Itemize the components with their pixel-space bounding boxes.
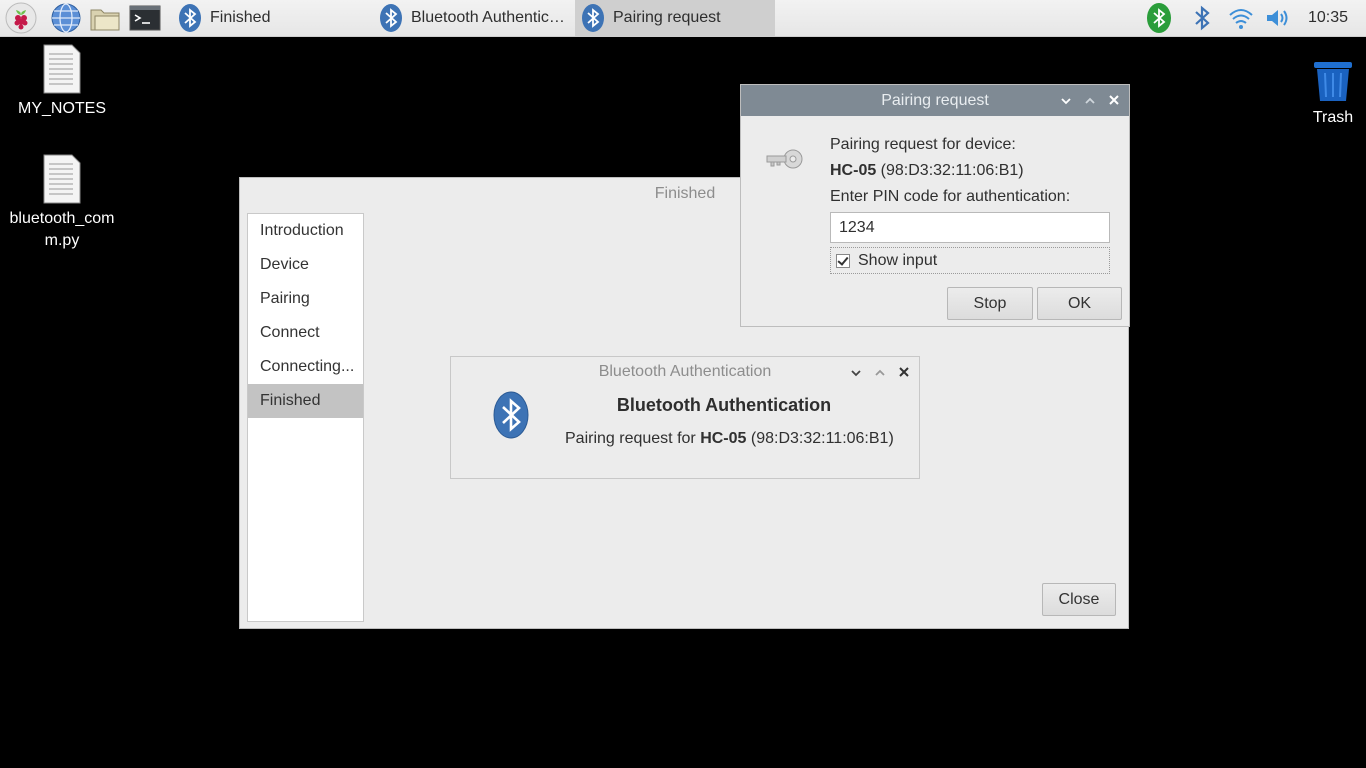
file-manager-icon[interactable]: [89, 2, 121, 34]
bluetooth-tray-icon[interactable]: [1190, 2, 1214, 34]
minimize-icon[interactable]: [1059, 94, 1073, 108]
terminal-icon[interactable]: [129, 2, 161, 34]
task-label: Finished: [210, 9, 271, 26]
bluetooth-icon: [582, 4, 604, 32]
pairing-device-name: HC-05: [830, 162, 877, 179]
minimize-icon[interactable]: [849, 366, 863, 380]
task-label: Pairing request: [613, 9, 721, 26]
show-input-label: Show input: [858, 251, 938, 269]
step-finished[interactable]: Finished: [248, 384, 363, 418]
auth-message-prefix: Pairing request for: [565, 430, 701, 447]
pin-prompt: Enter PIN code for authentication:: [830, 188, 1071, 205]
clock[interactable]: 10:35: [1308, 9, 1348, 27]
task-finished[interactable]: Finished: [172, 0, 372, 36]
desktop-trash[interactable]: Trash: [1288, 59, 1366, 129]
ok-button[interactable]: OK: [1037, 287, 1122, 320]
trash-icon: [1314, 62, 1352, 101]
wifi-icon[interactable]: [1228, 2, 1254, 34]
maximize-icon[interactable]: [1083, 94, 1097, 108]
volume-icon[interactable]: [1264, 2, 1292, 34]
bluetooth-icon: [179, 4, 201, 32]
taskbar: Finished Bluetooth Authenticat... Pairin…: [0, 0, 1366, 37]
desktop-item-label: Trash: [1312, 109, 1354, 126]
task-pairing-request[interactable]: Pairing request: [575, 0, 775, 36]
pin-input[interactable]: [830, 212, 1110, 243]
text-file-icon: [43, 154, 81, 204]
desktop-file-my-notes[interactable]: MY_NOTES: [7, 44, 117, 120]
stop-button[interactable]: Stop: [947, 287, 1033, 320]
auth-message: Pairing request for HC-05 (98:D3:32:11:0…: [565, 430, 894, 448]
desktop-item-label: bluetooth_comm.py: [9, 210, 115, 249]
raspberry-menu-icon[interactable]: [5, 2, 37, 34]
step-connecting[interactable]: Connecting...: [248, 350, 363, 384]
task-bluetooth-authentication[interactable]: Bluetooth Authenticat...: [373, 0, 573, 36]
bluetooth-connected-icon[interactable]: [1146, 2, 1172, 34]
auth-device-name: HC-05: [700, 430, 747, 447]
desktop-file-bluetooth-comm[interactable]: bluetooth_comm.py: [7, 154, 117, 252]
pairing-request-dialog: Pairing request Pairing request for devi…: [740, 84, 1130, 327]
pairing-device: HC-05 (98:D3:32:11:06:B1): [830, 162, 1024, 180]
web-browser-icon[interactable]: [50, 2, 82, 34]
dialog-titlebar[interactable]: Pairing request: [741, 85, 1129, 116]
wizard-steps-sidebar: Introduction Device Pairing Connect Conn…: [247, 213, 364, 622]
bluetooth-authentication-dialog: Bluetooth Authentication Bluetooth Authe…: [450, 356, 920, 479]
pairing-device-address: (98:D3:32:11:06:B1): [876, 162, 1024, 179]
show-input-checkbox[interactable]: Show input: [830, 247, 1110, 274]
auth-heading: Bluetooth Authentication: [616, 395, 832, 415]
step-connect[interactable]: Connect: [248, 316, 363, 350]
close-icon[interactable]: [1107, 93, 1121, 107]
desktop-item-label: MY_NOTES: [17, 100, 106, 117]
text-file-icon: [43, 44, 81, 94]
pairing-line-1: Pairing request for device:: [830, 136, 1016, 153]
bluetooth-icon: [380, 4, 402, 32]
maximize-icon[interactable]: [873, 366, 887, 380]
close-button[interactable]: Close: [1042, 583, 1116, 616]
task-label: Bluetooth Authenticat...: [411, 9, 573, 26]
step-device[interactable]: Device: [248, 248, 363, 282]
step-introduction[interactable]: Introduction: [248, 214, 363, 248]
key-icon: [766, 149, 803, 169]
checkbox-checked-icon[interactable]: [836, 253, 850, 268]
close-icon[interactable]: [897, 365, 911, 379]
auth-device-address: (98:D3:32:11:06:B1): [746, 430, 894, 447]
step-pairing[interactable]: Pairing: [248, 282, 363, 316]
